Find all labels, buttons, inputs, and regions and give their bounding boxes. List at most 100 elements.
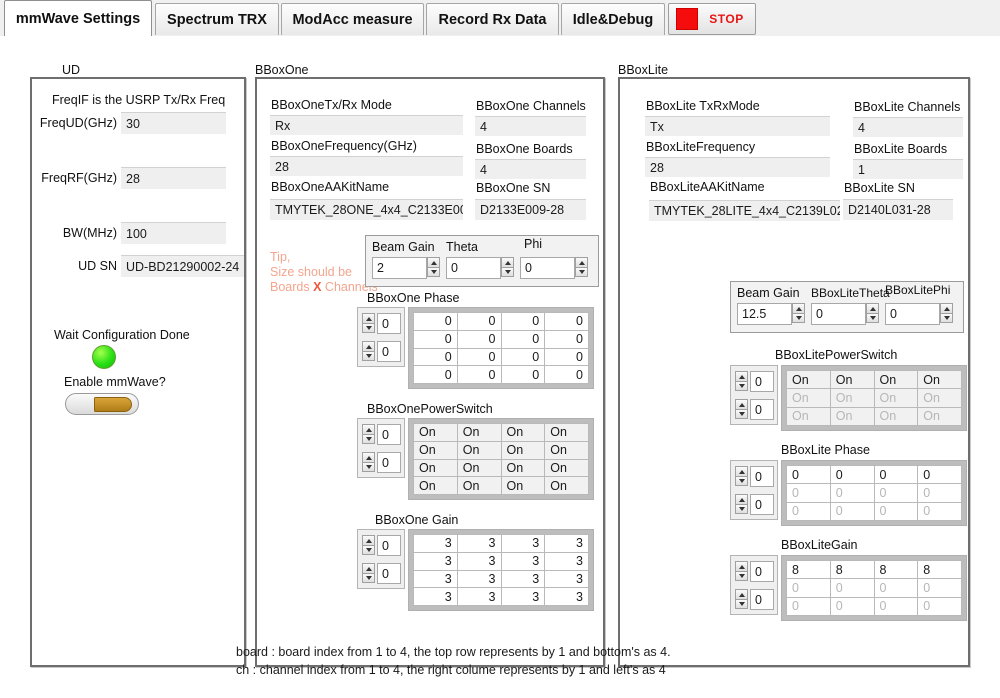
bboxlite-powerswitch-index-0-spinner[interactable] (735, 371, 748, 391)
table-cell[interactable]: On (500, 476, 546, 495)
spinner-down[interactable] (735, 504, 748, 514)
spinner-up[interactable] (427, 257, 440, 267)
table-cell[interactable]: 0 (917, 501, 962, 522)
table-cell[interactable]: 0 (873, 578, 919, 598)
spinner-up[interactable] (362, 563, 375, 573)
spinner-up[interactable] (735, 371, 748, 381)
bboxone-theta-spinner[interactable] (501, 257, 514, 277)
bboxone-powerswitch-index-0[interactable]: 0 (377, 424, 401, 445)
bboxone-phase-index-1[interactable]: 0 (377, 341, 401, 362)
bboxone-frequency-field[interactable]: 28 (270, 156, 463, 176)
tab-mmwave-settings[interactable]: mmWave Settings (4, 0, 152, 36)
bboxlite-theta-field[interactable]: 0 (811, 303, 866, 325)
table-cell[interactable]: 0 (786, 578, 831, 598)
table-cell[interactable]: On (544, 423, 589, 442)
bboxlite-powerswitch-array[interactable]: On On On On On On On On On On On On (781, 365, 967, 431)
bboxone-gain-index-0-spinner[interactable] (362, 535, 375, 555)
table-cell[interactable]: On (873, 406, 919, 427)
bboxlite-phase-array[interactable]: 000000000000 (781, 460, 967, 526)
bboxone-boards-field[interactable]: 4 (475, 159, 586, 179)
table-cell[interactable]: 0 (413, 347, 458, 367)
table-cell[interactable]: 0 (544, 347, 589, 367)
bboxone-beamgain-field[interactable]: 2 (372, 257, 427, 279)
table-cell[interactable]: 0 (456, 365, 502, 384)
table-cell[interactable]: 8 (786, 559, 831, 580)
table-cell[interactable]: On (829, 388, 875, 408)
bboxone-phase-index-1-spinner[interactable] (362, 341, 375, 361)
table-cell[interactable]: 3 (544, 587, 589, 606)
bboxlite-gain-index-0[interactable]: 0 (750, 561, 774, 582)
enable-mmwave-toggle[interactable] (65, 393, 139, 415)
table-cell[interactable]: 3 (456, 551, 502, 571)
table-cell[interactable]: 0 (500, 365, 546, 384)
table-cell[interactable]: 0 (413, 329, 458, 349)
bboxone-gain-array[interactable]: 3333333333333333 (408, 529, 594, 611)
table-cell[interactable]: 0 (873, 596, 919, 617)
bboxone-gain-index-1[interactable]: 0 (377, 563, 401, 584)
table-cell[interactable]: 0 (786, 501, 831, 522)
bboxone-phase-index-0[interactable]: 0 (377, 313, 401, 334)
bboxlite-gain-index-1[interactable]: 0 (750, 589, 774, 610)
bboxlite-boards-field[interactable]: 1 (853, 159, 963, 179)
bboxlite-beamgain-spinner[interactable] (792, 303, 805, 323)
spinner-up[interactable] (362, 313, 375, 323)
table-cell[interactable]: On (829, 406, 875, 427)
bw-field[interactable]: 100 (121, 222, 226, 244)
spinner-up[interactable] (735, 399, 748, 409)
spinner-up[interactable] (362, 452, 375, 462)
tab-idle-debug[interactable]: Idle&Debug (561, 3, 665, 35)
spinner-down[interactable] (735, 381, 748, 391)
table-cell[interactable]: 8 (873, 559, 919, 580)
table-cell[interactable]: 0 (829, 483, 875, 503)
table-cell[interactable]: On (544, 458, 589, 478)
table-cell[interactable]: 0 (786, 464, 831, 485)
tab-modacc-measure[interactable]: ModAcc measure (281, 3, 424, 35)
table-cell[interactable]: 3 (500, 551, 546, 571)
bboxlite-channels-field[interactable]: 4 (853, 117, 963, 137)
table-cell[interactable]: On (413, 440, 458, 460)
table-cell[interactable]: 8 (829, 559, 875, 580)
bboxlite-powerswitch-index-0[interactable]: 0 (750, 371, 774, 392)
bboxlite-theta-spinner[interactable] (866, 303, 879, 323)
table-cell[interactable]: On (544, 440, 589, 460)
bboxone-mode-field[interactable]: Rx (270, 115, 463, 135)
bboxone-gain-index-1-spinner[interactable] (362, 563, 375, 583)
table-cell[interactable]: On (500, 440, 546, 460)
table-cell[interactable]: On (917, 369, 962, 390)
table-cell[interactable]: 3 (456, 569, 502, 589)
table-cell[interactable]: On (413, 458, 458, 478)
bboxone-phase-index-0-spinner[interactable] (362, 313, 375, 333)
table-cell[interactable]: 0 (413, 312, 458, 331)
bboxone-beamgain-spinner[interactable] (427, 257, 440, 277)
table-cell[interactable]: 0 (500, 312, 546, 331)
table-cell[interactable]: 0 (829, 501, 875, 522)
bboxlite-mode-field[interactable]: Tx (645, 116, 830, 136)
bboxone-channels-field[interactable]: 4 (475, 116, 586, 136)
table-cell[interactable]: 0 (873, 483, 919, 503)
bboxlite-phase-index-1-spinner[interactable] (735, 494, 748, 514)
bboxlite-beamgain-field[interactable]: 12.5 (737, 303, 792, 325)
table-cell[interactable]: 3 (456, 587, 502, 606)
ud-sn-field[interactable]: UD-BD21290002-24 (121, 255, 244, 277)
spinner-down[interactable] (362, 462, 375, 472)
bboxone-phi-spinner[interactable] (575, 257, 588, 277)
bboxone-sn-field[interactable]: D2133E009-28 (475, 199, 586, 220)
table-cell[interactable]: 3 (413, 534, 458, 553)
bboxone-gain-index-0[interactable]: 0 (377, 535, 401, 556)
bboxone-theta-field[interactable]: 0 (446, 257, 501, 279)
freqrf-field[interactable]: 28 (121, 167, 226, 189)
table-cell[interactable]: On (413, 476, 458, 495)
spinner-down[interactable] (362, 545, 375, 555)
table-cell[interactable]: 0 (873, 501, 919, 522)
spinner-up[interactable] (792, 303, 805, 313)
spinner-down[interactable] (427, 267, 440, 277)
bboxlite-phase-index-0[interactable]: 0 (750, 466, 774, 487)
table-cell[interactable]: 0 (917, 464, 962, 485)
table-cell[interactable]: On (786, 406, 831, 427)
bboxlite-phi-spinner[interactable] (940, 303, 953, 323)
spinner-down[interactable] (735, 476, 748, 486)
spinner-up[interactable] (362, 341, 375, 351)
table-cell[interactable]: 0 (500, 347, 546, 367)
spinner-up[interactable] (362, 535, 375, 545)
table-cell[interactable]: 3 (544, 569, 589, 589)
